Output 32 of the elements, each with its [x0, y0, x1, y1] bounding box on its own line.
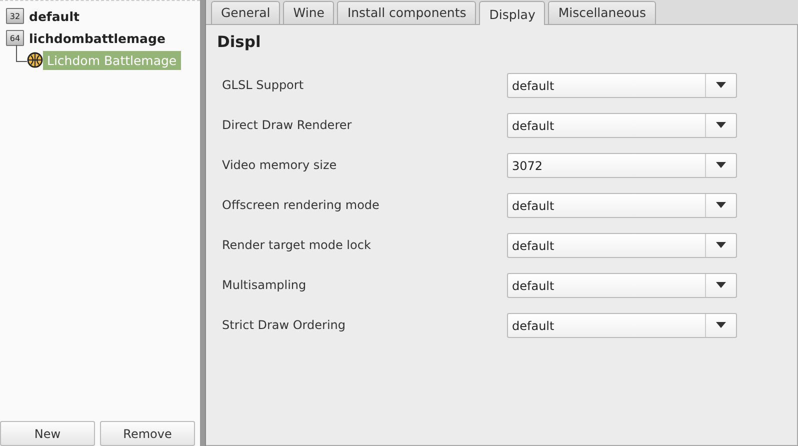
dropdown[interactable]: default	[507, 72, 737, 98]
caret-icon	[716, 322, 726, 328]
tree-item[interactable]: lichdombattlemage	[29, 30, 166, 46]
tab[interactable]: General	[211, 1, 280, 24]
setting-label: Strict Draw Ordering	[222, 318, 347, 332]
tab[interactable]: Wine	[283, 1, 334, 24]
setting-label: GLSL Support	[222, 78, 305, 92]
caret-icon	[716, 242, 726, 248]
caret-icon	[716, 122, 726, 128]
tree-item[interactable]: default	[29, 8, 80, 24]
caret-icon	[716, 162, 726, 168]
dropdown[interactable]: 3072	[507, 152, 737, 178]
caret-icon	[716, 282, 726, 288]
dropdown[interactable]: default	[507, 112, 737, 138]
dropdown[interactable]: default	[507, 232, 737, 258]
dropdown[interactable]: default	[507, 192, 737, 218]
dropdown[interactable]: default	[507, 272, 737, 298]
caret-icon	[716, 82, 726, 88]
setting-label: Offscreen rendering mode	[222, 198, 380, 212]
tab[interactable]: Miscellaneous	[548, 1, 656, 24]
dropdown[interactable]: default	[507, 312, 737, 338]
sidebar-button[interactable]: New	[0, 421, 95, 446]
setting-label: Direct Draw Renderer	[222, 118, 353, 132]
setting-label: Multisampling	[222, 278, 308, 292]
tab[interactable]: Install components	[337, 1, 476, 24]
sidebar-button[interactable]: Remove	[100, 421, 195, 446]
globe-icon	[27, 52, 43, 68]
tab[interactable]: Display	[479, 1, 546, 27]
page-heading: Displ	[217, 33, 262, 51]
caret-icon	[716, 202, 726, 208]
setting-label: Render target mode lock	[222, 238, 372, 252]
setting-label: Video memory size	[222, 158, 338, 172]
